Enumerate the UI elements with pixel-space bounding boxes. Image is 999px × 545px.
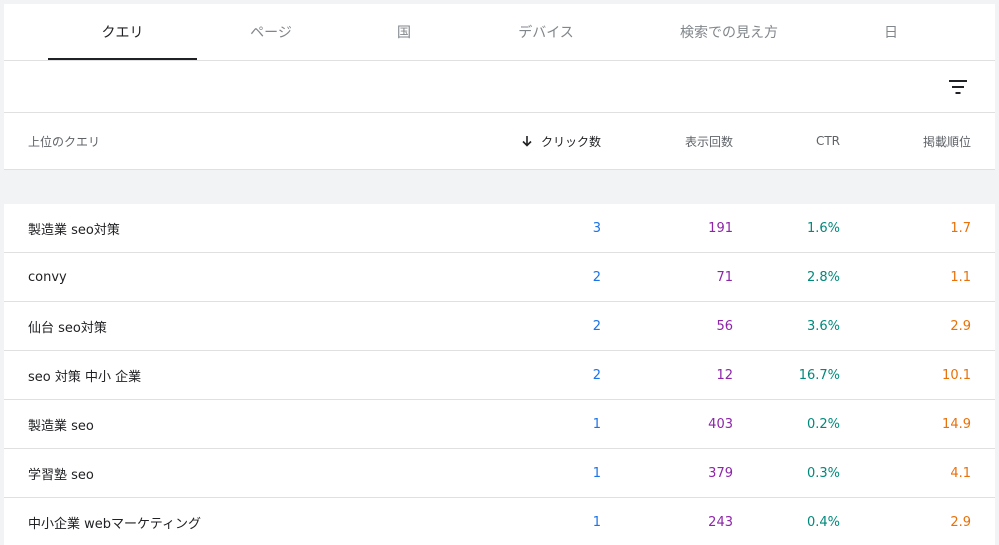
cell-impressions: 243 (708, 514, 733, 530)
cell-position: 14.9 (942, 416, 971, 432)
cell-clicks: 1 (592, 465, 601, 481)
table-spacer (4, 170, 995, 204)
tab-devices[interactable]: デバイス (463, 4, 629, 60)
cell-clicks: 3 (592, 220, 601, 236)
table-row[interactable]: seo 対策 中小 企業 2 12 16.7% 10.1 (4, 351, 995, 400)
header-ctr[interactable]: CTR (816, 113, 840, 169)
cell-query: 仙台 seo対策 (28, 320, 107, 336)
cell-impressions: 191 (708, 220, 733, 236)
table-row[interactable]: 製造業 seo 1 403 0.2% 14.9 (4, 400, 995, 449)
table-toolbar (4, 61, 995, 113)
cell-position: 1.7 (950, 220, 971, 236)
cell-impressions: 71 (716, 269, 733, 285)
header-position[interactable]: 掲載順位 (923, 113, 971, 169)
tab-queries[interactable]: クエリ (48, 4, 197, 60)
table-header: 上位のクエリ クリック数 表示回数 CTR 掲載順位 (4, 113, 995, 170)
tab-search-appearance[interactable]: 検索での見え方 (629, 4, 829, 60)
performance-card: クエリ ページ 国 デバイス 検索での見え方 日 上位のクエリ クリック数 表示… (4, 4, 995, 545)
cell-position: 10.1 (942, 367, 971, 383)
cell-query: 中小企業 webマーケティング (28, 516, 201, 532)
header-clicks-label: クリック数 (540, 134, 601, 149)
tab-pages[interactable]: ページ (197, 4, 345, 60)
table-row[interactable]: 仙台 seo対策 2 56 3.6% 2.9 (4, 302, 995, 351)
cell-clicks: 2 (592, 367, 601, 383)
cell-query: 学習塾 seo (28, 467, 94, 483)
header-query: 上位のクエリ (28, 134, 101, 149)
cell-impressions: 379 (708, 465, 733, 481)
header-impressions[interactable]: 表示回数 (685, 113, 733, 169)
table-row[interactable]: 中小企業 webマーケティング 1 243 0.4% 2.9 (4, 498, 995, 545)
tab-dates[interactable]: 日 (829, 4, 953, 60)
cell-query: 製造業 seo (28, 418, 94, 434)
cell-query: convy (28, 269, 67, 285)
cell-impressions: 12 (716, 367, 733, 383)
cell-impressions: 403 (708, 416, 733, 432)
cell-ctr: 0.2% (806, 416, 840, 432)
cell-position: 2.9 (950, 318, 971, 334)
arrow-down-icon (521, 135, 533, 147)
cell-ctr: 16.7% (798, 367, 840, 383)
cell-clicks: 2 (592, 269, 601, 285)
table-row[interactable]: 学習塾 seo 1 379 0.3% 4.1 (4, 449, 995, 498)
cell-ctr: 0.3% (806, 465, 840, 481)
dimension-tabs: クエリ ページ 国 デバイス 検索での見え方 日 (4, 4, 995, 61)
cell-ctr: 1.6% (806, 220, 840, 236)
filter-list-icon (949, 80, 967, 94)
cell-impressions: 56 (716, 318, 733, 334)
active-tab-indicator (48, 58, 197, 60)
cell-position: 1.1 (950, 269, 971, 285)
cell-clicks: 2 (592, 318, 601, 334)
cell-query: seo 対策 中小 企業 (28, 369, 142, 385)
filter-button[interactable] (942, 71, 974, 103)
table-body: 製造業 seo対策 3 191 1.6% 1.7 convy 2 71 2.8%… (4, 204, 995, 545)
cell-clicks: 1 (592, 416, 601, 432)
table-row[interactable]: convy 2 71 2.8% 1.1 (4, 253, 995, 302)
cell-ctr: 3.6% (806, 318, 840, 334)
cell-ctr: 0.4% (806, 514, 840, 530)
table-row[interactable]: 製造業 seo対策 3 191 1.6% 1.7 (4, 204, 995, 253)
cell-clicks: 1 (592, 514, 601, 530)
tab-countries[interactable]: 国 (345, 4, 463, 60)
header-clicks[interactable]: クリック数 (521, 113, 601, 169)
cell-position: 4.1 (950, 465, 971, 481)
cell-position: 2.9 (950, 514, 971, 530)
cell-ctr: 2.8% (806, 269, 840, 285)
cell-query: 製造業 seo対策 (28, 222, 120, 238)
